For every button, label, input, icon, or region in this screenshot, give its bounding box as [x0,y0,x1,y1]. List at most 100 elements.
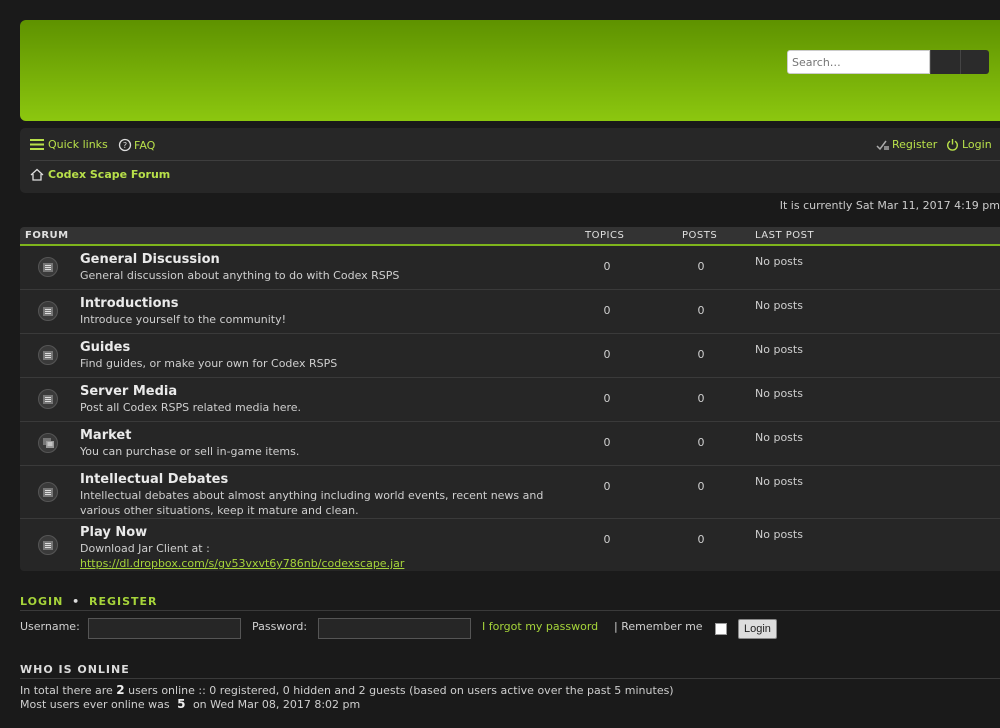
register-link[interactable]: Register [876,138,937,151]
help-icon: ? [118,138,132,152]
forum-row: Play Now Download Jar Client at : https:… [20,519,1000,571]
forgot-password-link[interactable]: I forgot my password [482,620,598,633]
forum-row: Introductions Introduce yourself to the … [20,290,1000,334]
forum-description-text: Download Jar Client at : [80,542,210,555]
col-forum: FORUM [25,230,69,241]
register-label: Register [892,138,938,151]
online-record: Most users ever online was 5 on Wed Mar … [20,697,360,711]
home-icon [30,168,44,181]
remember-me-checkbox[interactable] [715,623,727,635]
login-title-link[interactable]: LOGIN [20,595,63,608]
col-posts: POSTS [682,230,718,241]
search-button[interactable] [930,50,960,74]
forum-read-icon [38,257,58,277]
forum-description: Introduce yourself to the community! [80,313,286,326]
forum-description: Intellectual debates about almost anythi… [80,489,544,517]
last-post: No posts [755,299,803,312]
forum-table-header: FORUM TOPICS POSTS LAST POST [20,227,1000,246]
forum-read-icon [38,301,58,321]
forum-title[interactable]: Intellectual Debates [80,472,228,487]
svg-text:?: ? [123,141,127,150]
forum-row: Server Media Post all Codex RSPS related… [20,378,1000,422]
posts-count: 0 [697,348,705,361]
search-input[interactable] [787,50,930,74]
forum-title[interactable]: Introductions [80,296,179,311]
topics-count: 0 [603,260,611,273]
posts-count: 0 [697,533,705,546]
col-last-post: LAST POST [755,230,815,241]
forum-row: Intellectual Debates Intellectual debate… [20,466,1000,519]
quick-links-link[interactable]: Quick links [30,138,108,151]
login-form: Username: Password: I forgot my password… [20,618,1000,639]
online-summary-pre: In total there are [20,684,113,697]
breadcrumb[interactable]: Codex Scape Forum [30,168,170,181]
advanced-search-button[interactable] [960,50,989,74]
forum-subforums-icon [38,433,58,453]
username-field[interactable] [88,618,241,639]
online-section-divider [20,678,1000,679]
remember-me-label: | Remember me [614,620,703,633]
forum-description: You can purchase or sell in-game items. [80,445,300,458]
login-section-title: LOGIN • REGISTER [20,595,158,608]
posts-count: 0 [697,304,705,317]
last-post: No posts [755,528,803,541]
forum-description: General discussion about anything to do … [80,269,400,282]
online-count: 2 [116,683,125,697]
forum-title[interactable]: Server Media [80,384,177,399]
faq-label: FAQ [134,138,156,152]
register-title-link[interactable]: REGISTER [89,595,158,608]
login-link[interactable]: Login [946,138,992,151]
title-separator: • [72,595,81,608]
forum-row: Market You can purchase or sell in-game … [20,422,1000,466]
breadcrumb-label: Codex Scape Forum [48,168,171,181]
topics-count: 0 [603,480,611,493]
forum-row: General Discussion General discussion ab… [20,246,1000,290]
topics-count: 0 [603,348,611,361]
topics-count: 0 [603,533,611,546]
online-summary-post: users online :: 0 registered, 0 hidden a… [128,684,674,697]
search-box [787,50,989,74]
online-summary: In total there are 2 users online :: 0 r… [20,683,674,697]
last-post: No posts [755,387,803,400]
topics-count: 0 [603,392,611,405]
col-topics: TOPICS [585,230,625,241]
navbar-divider [30,160,1000,161]
online-record-pre: Most users ever online was [20,698,170,711]
forum-description: Post all Codex RSPS related media here. [80,401,302,414]
last-post: No posts [755,475,803,488]
download-link[interactable]: https://dl.dropbox.com/s/gv53vxvt6y786nb… [80,557,404,570]
topics-count: 0 [603,304,611,317]
current-time: It is currently Sat Mar 11, 2017 4:19 pm [779,199,1000,212]
login-label: Login [962,138,992,151]
site-header [20,20,1000,121]
online-record-count: 5 [177,697,186,711]
forum-title[interactable]: Play Now [80,525,147,540]
power-icon [947,139,958,151]
forum-title[interactable]: General Discussion [80,252,220,267]
posts-count: 0 [697,436,705,449]
username-label: Username: [20,620,80,633]
forum-title[interactable]: Market [80,428,131,443]
topics-count: 0 [603,436,611,449]
posts-count: 0 [697,260,705,273]
quick-links-label: Quick links [48,138,108,151]
forum-description: Download Jar Client at : https://dl.drop… [80,541,550,571]
online-record-post: on Wed Mar 08, 2017 8:02 pm [192,698,361,711]
login-button[interactable]: Login [738,619,777,639]
hamburger-icon [30,139,44,150]
last-post: No posts [755,255,803,268]
forum-read-icon [38,482,58,502]
faq-link[interactable]: ? FAQ [118,138,155,152]
forum-description: Find guides, or make your own for Codex … [80,357,338,370]
login-section-divider [20,610,1000,611]
forum-table: FORUM TOPICS POSTS LAST POST General Dis… [20,227,1000,571]
navbar: Quick links ? FAQ Register Login Codex S [20,128,1000,193]
forum-title[interactable]: Guides [80,340,130,355]
password-field[interactable] [318,618,471,639]
forum-read-icon [38,535,58,555]
who-is-online-title: WHO IS ONLINE [20,663,130,676]
last-post: No posts [755,343,803,356]
password-label: Password: [252,620,308,633]
register-icon [876,140,889,150]
forum-row: Guides Find guides, or make your own for… [20,334,1000,378]
